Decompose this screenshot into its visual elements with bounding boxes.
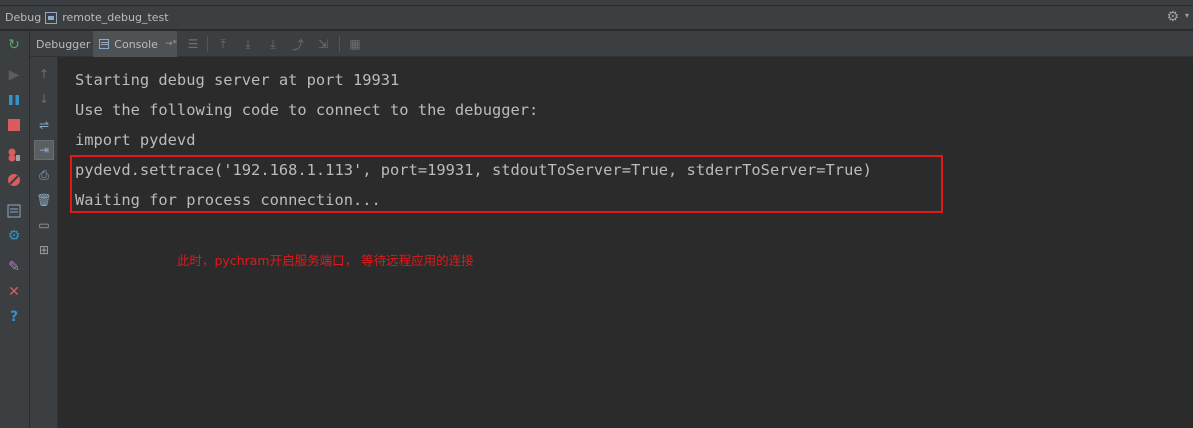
down-icon[interactable]: ↓ <box>36 91 52 107</box>
pause-icon[interactable] <box>6 92 22 108</box>
tab-console[interactable]: Console →* <box>93 31 177 57</box>
attach-debugger-icon[interactable]: ⊞ <box>36 242 52 258</box>
restore-layout-icon[interactable] <box>6 203 22 219</box>
step-into-my-code-icon[interactable]: ⤓ <box>265 36 281 52</box>
run-to-cursor-icon[interactable]: ⇲ <box>315 36 331 52</box>
stop-icon[interactable] <box>6 117 22 133</box>
help-icon[interactable]: ? <box>6 309 22 325</box>
evaluate-expression-icon[interactable]: ▦ <box>347 36 363 52</box>
tab-console-pin[interactable]: →* <box>165 39 177 49</box>
resume-icon[interactable]: ▶ <box>6 67 22 83</box>
tab-console-label: Console <box>114 37 158 51</box>
chevron-down-icon[interactable]: ▾ <box>1185 11 1189 20</box>
debug-tool-label: Debug <box>5 11 42 24</box>
step-out-icon[interactable]: ⤴ <box>290 36 306 52</box>
highlight-box <box>70 155 943 213</box>
up-icon[interactable]: ↑ <box>36 66 52 82</box>
rerun-icon[interactable]: ↻ <box>6 37 22 53</box>
step-over-icon[interactable]: ⤒ <box>215 36 231 52</box>
pin-icon[interactable]: ✎ <box>6 259 22 275</box>
debug-title-bar: Debug remote_debug_test ⚙ ▾ <box>0 6 1193 30</box>
soft-wrap-icon[interactable]: ⇌ <box>36 117 52 133</box>
tab-debugger-label: Debugger <box>36 37 91 51</box>
mute-breakpoints-icon[interactable] <box>6 172 22 188</box>
console-line: Starting debug server at port 19931 <box>75 71 400 89</box>
scroll-to-end-icon[interactable]: ⇥ <box>34 140 54 160</box>
run-config-name[interactable]: remote_debug_test <box>62 11 168 24</box>
settings-icon[interactable]: ⚙ <box>6 228 22 244</box>
toolbar-divider <box>339 36 340 52</box>
show-python-prompt-icon[interactable]: ▭ <box>36 217 52 233</box>
show-execution-point-icon[interactable]: ☰ <box>185 36 201 52</box>
debug-tab-bar: Debugger Console →* ☰ ⤒ ⤓ ⤓ ⤴ ⇲ ▦ <box>30 31 1193 57</box>
run-config-icon <box>45 11 58 24</box>
annotation-text: 此时，pychram开启服务端口， 等待远程应用的连接 <box>177 253 474 268</box>
toolbar-divider <box>207 36 208 52</box>
view-breakpoints-icon[interactable] <box>6 147 22 163</box>
console-line: import pydevd <box>75 131 196 149</box>
tab-debugger[interactable]: Debugger <box>30 31 96 57</box>
debug-left-toolbar: ↻ ▶ ⚙ ✎ ✕ ? <box>0 31 30 428</box>
step-into-icon[interactable]: ⤓ <box>240 36 256 52</box>
print-icon[interactable]: ⎙ <box>36 167 52 183</box>
gear-icon[interactable]: ⚙ <box>1166 9 1179 25</box>
close-icon[interactable]: ✕ <box>6 284 22 300</box>
clear-all-icon[interactable]: 🗑 <box>36 192 52 208</box>
console-output[interactable]: Starting debug server at port 19931 Use … <box>59 57 1193 428</box>
console-icon <box>99 39 110 49</box>
console-side-toolbar: ↑ ↓ ⇌ ⇥ ⎙ 🗑 ▭ ⊞ <box>30 57 58 428</box>
console-line: Use the following code to connect to the… <box>75 101 539 119</box>
